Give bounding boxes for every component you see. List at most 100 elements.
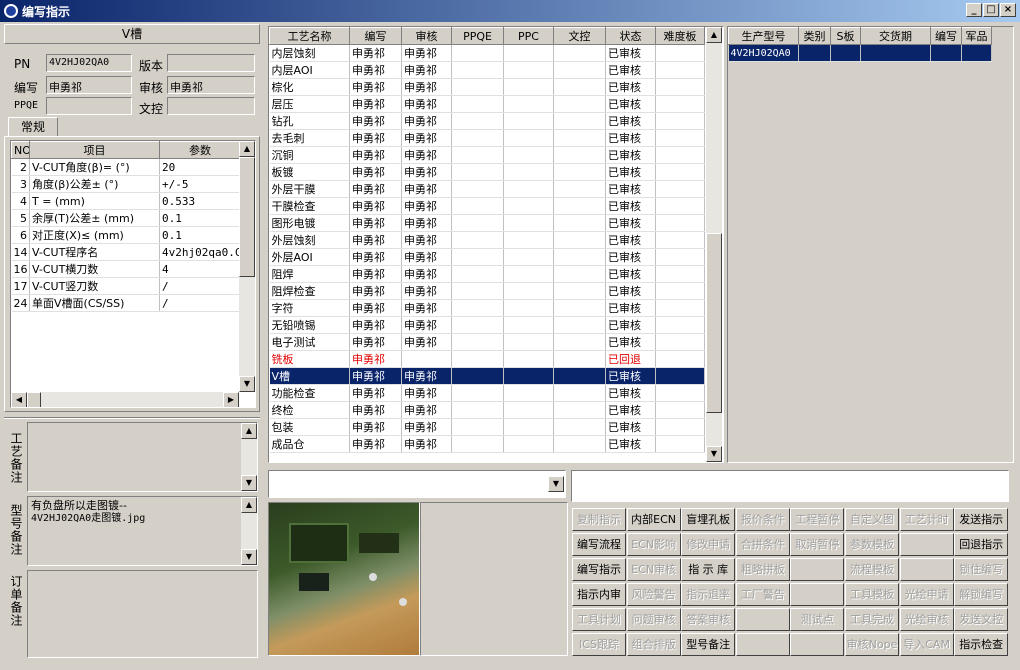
action-button[interactable]: 粗略拼板	[735, 558, 790, 581]
action-button[interactable]: 内部ECN	[626, 508, 681, 531]
hscroll-thumb[interactable]	[27, 392, 41, 407]
doccontrol-field[interactable]	[167, 97, 255, 115]
action-button[interactable]: 合拼条件	[735, 533, 790, 556]
process-note-field[interactable]: ▲ ▼	[27, 422, 258, 492]
version-field[interactable]	[167, 54, 255, 72]
process-row[interactable]: 无铅喷锡 申勇祁 申勇祁 已审核	[269, 316, 705, 334]
action-button[interactable]: 工程暂停	[790, 508, 845, 531]
scroll-up-icon[interactable]: ▲	[241, 423, 257, 439]
action-button[interactable]: 工具计划	[572, 608, 626, 631]
order-col-header[interactable]: 军品	[961, 27, 992, 45]
action-button[interactable]: 审核Nope	[845, 633, 899, 656]
close-button[interactable]: ×	[1000, 3, 1016, 17]
param-row[interactable]: 24 单面V槽面(CS/SS) /	[11, 294, 241, 312]
process-row[interactable]: 干膜检查 申勇祁 申勇祁 已审核	[269, 197, 705, 215]
action-button[interactable]: 导入CAM	[899, 633, 954, 656]
action-button[interactable]: 问题审核	[626, 608, 681, 631]
action-button[interactable]: 取消暂停	[790, 533, 845, 556]
action-button[interactable]: 测试点	[790, 608, 845, 631]
action-button[interactable]: 锁住编写	[954, 558, 1009, 581]
process-row[interactable]: 铣板 申勇祁 已回退	[269, 350, 705, 368]
process-row[interactable]: 功能检查 申勇祁 申勇祁 已审核	[269, 384, 705, 402]
action-button[interactable]: 光绘审核	[899, 608, 954, 631]
param-row[interactable]: 16 V-CUT横刀数 4	[11, 260, 241, 278]
tab-general[interactable]: 常规	[8, 117, 58, 137]
action-button[interactable]: 盲埋孔板	[681, 508, 736, 531]
param-row[interactable]: 6 对正度(X)≤ (mm) 0.1	[11, 226, 241, 244]
process-row[interactable]: 钻孔 申勇祁 申勇祁 已审核	[269, 112, 705, 130]
action-button[interactable]: 指 示 库	[681, 558, 736, 581]
param-vscroll[interactable]: ▲ ▼	[239, 141, 255, 392]
param-row[interactable]: 3 角度(β)公差± (°) +/-5	[11, 175, 241, 193]
process-row[interactable]: 图形电镀 申勇祁 申勇祁 已审核	[269, 214, 705, 232]
process-row[interactable]: 内层蚀刻 申勇祁 申勇祁 已审核	[269, 44, 705, 62]
process-row[interactable]: 层压 申勇祁 申勇祁 已审核	[269, 95, 705, 113]
action-button[interactable]: 自定义图	[845, 508, 899, 531]
process-vscroll[interactable]: ▲ ▼	[706, 27, 722, 462]
process-dropdown[interactable]: ▼	[268, 470, 566, 498]
process-col-header[interactable]: PPQE	[451, 27, 504, 45]
action-button[interactable]: ECN审核	[626, 558, 681, 581]
process-row[interactable]: V槽 申勇祁 申勇祁 已审核	[269, 367, 705, 385]
process-row[interactable]: 沉铜 申勇祁 申勇祁 已审核	[269, 146, 705, 164]
process-col-header[interactable]: PPC	[503, 27, 554, 45]
action-button[interactable]: 光绘申请	[899, 583, 954, 606]
process-col-header[interactable]: 编写	[349, 27, 402, 45]
process-row[interactable]: 字符 申勇祁 申勇祁 已审核	[269, 299, 705, 317]
pn-field[interactable]: 4V2HJ02QA0	[46, 54, 132, 72]
scroll-down-icon[interactable]: ▼	[241, 549, 257, 565]
process-col-header[interactable]: 文控	[553, 27, 606, 45]
maximize-button[interactable]: □	[983, 3, 999, 17]
order-col-header[interactable]: 交货期	[860, 27, 931, 45]
col-no[interactable]: NO	[11, 141, 30, 159]
action-button[interactable]	[735, 608, 790, 631]
action-button[interactable]: 参数模板	[845, 533, 899, 556]
param-row[interactable]: 2 V-CUT角度(β)= (°) 20	[11, 158, 241, 176]
action-button[interactable]: 指示检查	[954, 633, 1009, 656]
action-button[interactable]: 修改申请	[681, 533, 736, 556]
action-button[interactable]	[790, 558, 845, 581]
action-button[interactable]: 回退指示	[954, 533, 1009, 556]
param-row[interactable]: 14 V-CUT程序名 4v2hj02qa0.CS	[11, 243, 241, 261]
scroll-left-icon[interactable]: ◀	[11, 392, 27, 407]
action-button[interactable]: 工厂警告	[735, 583, 790, 606]
action-button[interactable]: 流程模板	[845, 558, 899, 581]
action-button[interactable]	[790, 633, 845, 656]
author-field[interactable]: 申勇祁	[46, 76, 132, 94]
review-field[interactable]: 申勇祁	[167, 76, 255, 94]
process-col-header[interactable]: 工艺名称	[269, 27, 350, 45]
param-hscroll[interactable]: ◀ ▶	[11, 392, 239, 407]
action-button[interactable]: 型号备注	[681, 633, 736, 656]
process-row[interactable]: 终检 申勇祁 申勇祁 已审核	[269, 401, 705, 419]
minimize-button[interactable]: _	[966, 3, 982, 17]
action-button[interactable]: 报价条件	[735, 508, 790, 531]
action-button[interactable]	[790, 583, 845, 606]
process-row[interactable]: 去毛刺 申勇祁 申勇祁 已审核	[269, 129, 705, 147]
action-button[interactable]: 答案审核	[681, 608, 736, 631]
action-button[interactable]: 复制指示	[572, 508, 626, 531]
scroll-thumb[interactable]	[706, 233, 722, 413]
process-row[interactable]: 外层干膜 申勇祁 申勇祁 已审核	[269, 180, 705, 198]
action-button[interactable]: 工具模板	[845, 583, 899, 606]
param-row[interactable]: 5 余厚(T)公差± (mm) 0.1	[11, 209, 241, 227]
action-button[interactable]: 解锁编写	[954, 583, 1009, 606]
process-col-header[interactable]: 状态	[605, 27, 656, 45]
order-col-header[interactable]: S板	[830, 27, 861, 45]
action-button[interactable]: ECN影响	[626, 533, 681, 556]
process-row[interactable]: 电子测试 申勇祁 申勇祁 已审核	[269, 333, 705, 351]
process-row[interactable]: 内层AOI 申勇祁 申勇祁 已审核	[269, 61, 705, 79]
action-button[interactable]: 发送指示	[954, 508, 1009, 531]
order-col-header[interactable]: 编写	[930, 27, 962, 45]
note-vscroll[interactable]: ▲ ▼	[241, 497, 257, 565]
action-button[interactable]: 风险警告	[626, 583, 681, 606]
process-row[interactable]: 外层AOI 申勇祁 申勇祁 已审核	[269, 248, 705, 266]
process-row[interactable]: 外层蚀刻 申勇祁 申勇祁 已审核	[269, 231, 705, 249]
process-row[interactable]: 成品仓 申勇祁 申勇祁 已审核	[269, 435, 705, 453]
order-row[interactable]: 4V2HJ02QA0	[728, 44, 992, 62]
scroll-thumb[interactable]	[239, 157, 255, 277]
param-row[interactable]: 17 V-CUT竖刀数 /	[11, 277, 241, 295]
process-col-header[interactable]: 难度板	[655, 27, 705, 45]
col-param[interactable]: 参数	[159, 141, 241, 159]
scroll-down-icon[interactable]: ▼	[241, 475, 257, 491]
order-col-header[interactable]: 类别	[798, 27, 831, 45]
